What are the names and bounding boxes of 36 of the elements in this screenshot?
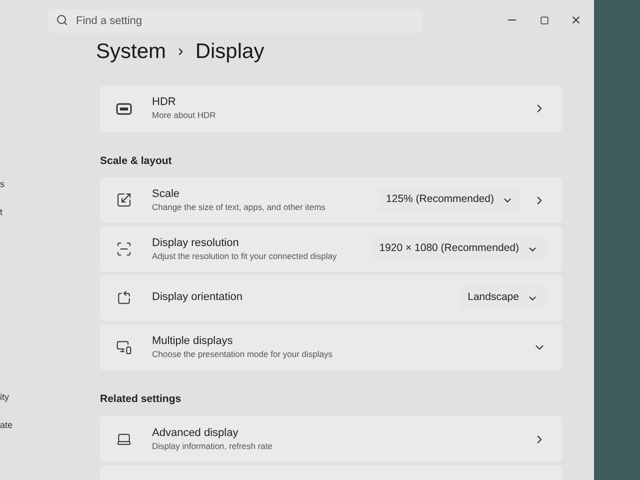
square-icon bbox=[540, 16, 548, 24]
settings-card[interactable]: Scale Change the size of text, apps, and other items 125% (Recommended) bbox=[100, 177, 562, 224]
card-title: Display resolution bbox=[152, 237, 240, 251]
sidebar-item[interactable]: ate bbox=[0, 418, 10, 432]
laptop-icon bbox=[116, 431, 132, 447]
settings-card[interactable]: HDR More about HDR bbox=[100, 86, 562, 132]
card-title: Advanced display bbox=[152, 426, 240, 441]
card-subtitle: Adjust the resolution to fit your connected display bbox=[152, 250, 338, 262]
settings-card[interactable]: Display orientation Landscape bbox=[100, 275, 562, 322]
card-title: Display orientation bbox=[152, 291, 244, 306]
card-subtitle: Display information, refresh rate bbox=[152, 440, 274, 452]
page-title: Display bbox=[195, 39, 264, 65]
card-title: Multiple displays bbox=[152, 335, 234, 349]
resolution-icon bbox=[116, 241, 132, 258]
breadcrumb-parent[interactable]: System bbox=[96, 36, 166, 68]
card-subtitle: Change the size of text, apps, and other items bbox=[152, 202, 326, 212]
sidebar-item[interactable]: s bbox=[0, 178, 10, 192]
search-icon bbox=[56, 14, 68, 26]
sidebar-item[interactable]: ity bbox=[0, 391, 10, 404]
card-subtitle: Choose the presentation mode for your displays bbox=[152, 348, 334, 360]
settings-card[interactable]: Multiple displays Choose the presentation mode for your displays bbox=[100, 324, 562, 370]
card-title: HDR bbox=[152, 96, 177, 110]
scale-icon bbox=[116, 192, 132, 208]
section-heading: Scale & layout bbox=[100, 154, 173, 168]
sidebar-item[interactable]: t bbox=[0, 206, 10, 219]
close-icon bbox=[570, 14, 582, 26]
card-subtitle: More about HDR bbox=[152, 110, 217, 121]
rotate-icon bbox=[116, 290, 132, 306]
settings-card[interactable]: Advanced display Display information, refresh rate bbox=[100, 416, 562, 462]
settings-card[interactable]: Display resolution Adjust the resolution to fit your connected display 1920 × 1080 (Recommended) bbox=[100, 226, 562, 272]
hdr-icon bbox=[116, 102, 132, 114]
displays-icon bbox=[116, 339, 132, 356]
breadcrumb-separator: › bbox=[178, 42, 184, 62]
card-title: Scale bbox=[152, 188, 181, 202]
section-heading: Related settings bbox=[100, 392, 182, 408]
search-field[interactable]: Find a setting bbox=[48, 9, 423, 33]
